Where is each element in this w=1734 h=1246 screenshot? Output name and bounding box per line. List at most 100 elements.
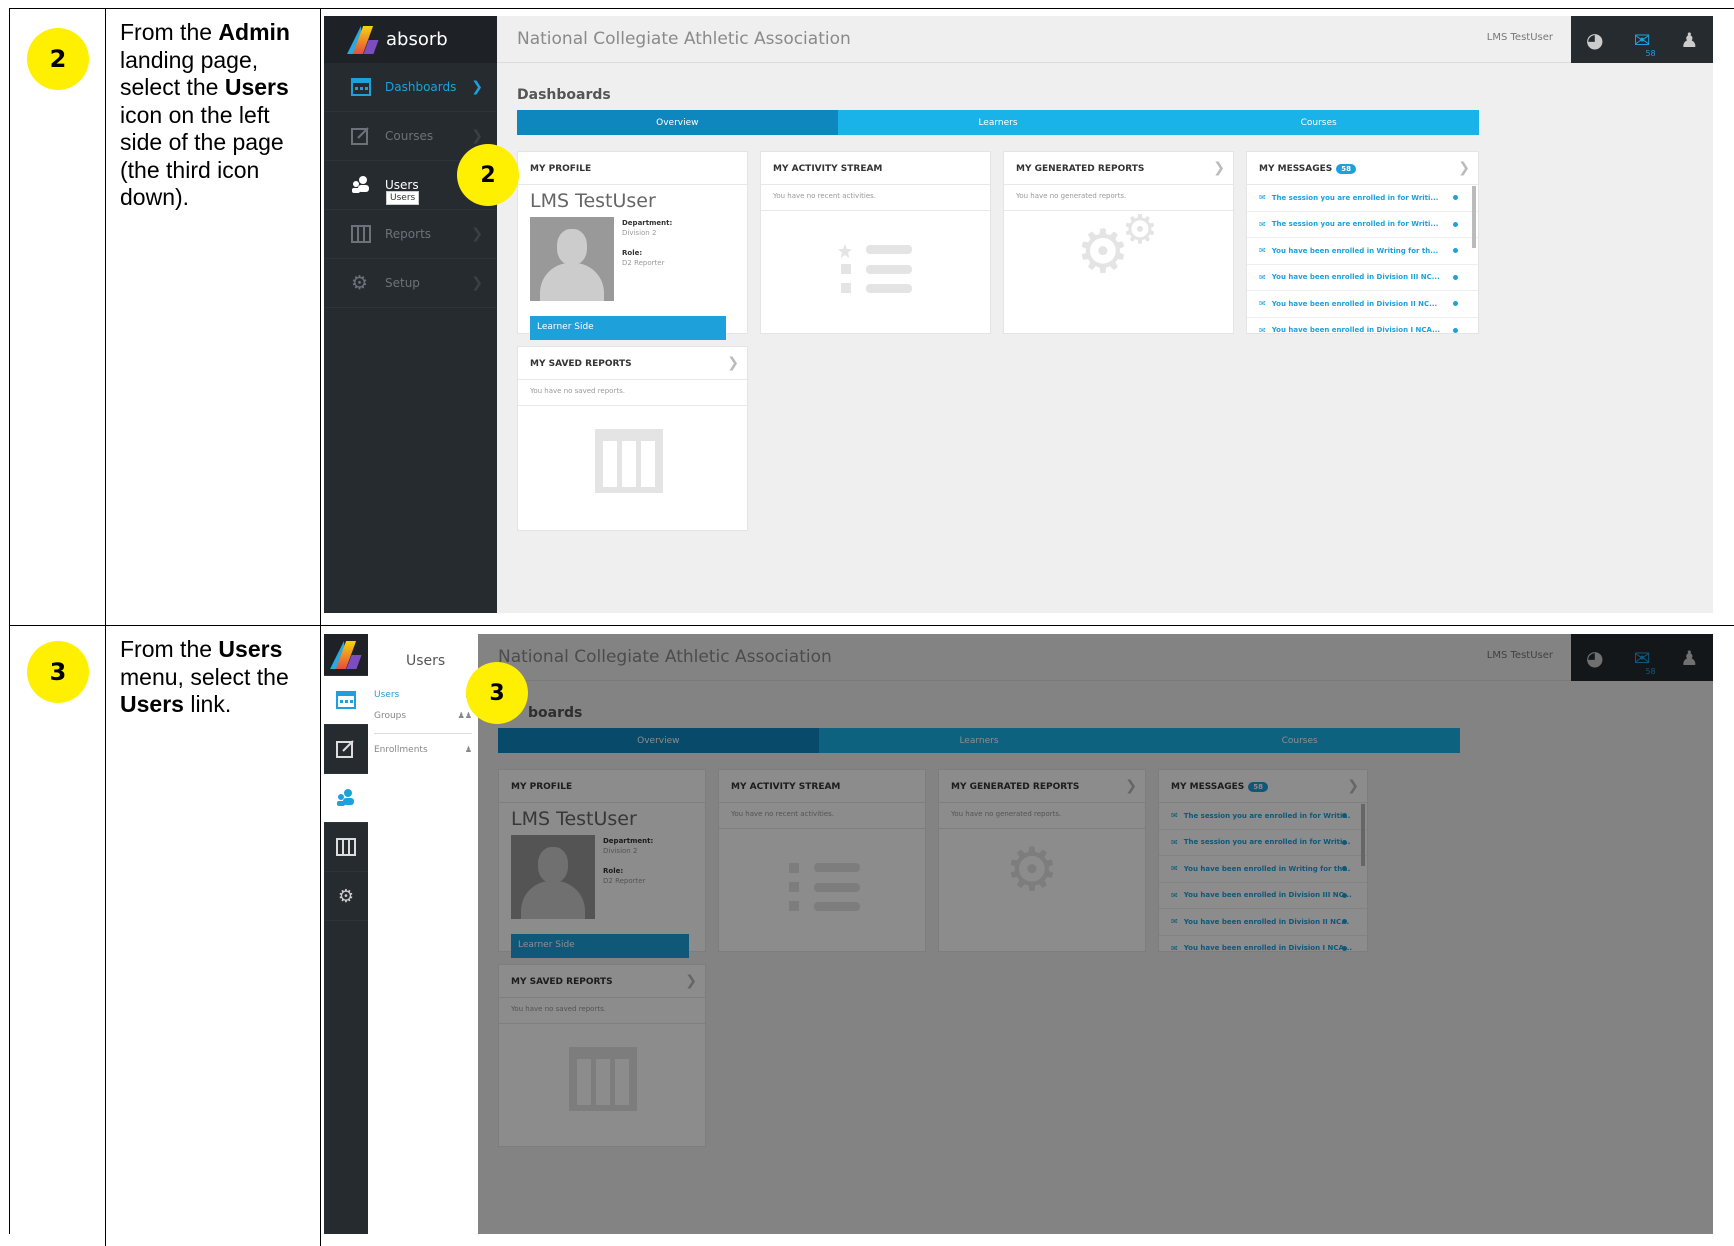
card-title: MY SAVED REPORTS ❯ xyxy=(518,347,747,380)
avatar xyxy=(530,217,614,301)
instruction-cell: From the Admin landing page, select the … xyxy=(106,9,321,625)
logo-text: absorb xyxy=(386,29,448,50)
message-item[interactable]: ✉ The session you are enrolled in for Wri… xyxy=(1247,185,1478,212)
dashboard-tabs: Overview Learners Courses xyxy=(517,110,1480,135)
empty-text: You have no recent activities. xyxy=(761,185,990,211)
step-row-3: 3 From the Users menu, select the Users … xyxy=(10,626,1734,1246)
tab-overview[interactable]: Overview xyxy=(517,110,838,135)
unread-dot xyxy=(1453,274,1458,280)
gear-small-placeholder-icon: ⚙ xyxy=(1122,207,1158,253)
instruction-text: From the Admin landing page, select the … xyxy=(120,19,290,210)
unread-dot xyxy=(1453,195,1458,201)
nav-label: Reports xyxy=(385,227,432,241)
step-number-badge: 3 xyxy=(27,641,89,703)
groups-link[interactable]: Groups ♟♟ xyxy=(374,711,472,721)
dashboard-icon[interactable] xyxy=(324,676,368,725)
generated-reports-card: MY GENERATED REPORTS ❯ You have no genera… xyxy=(1003,151,1234,334)
nav-label: Dashboards xyxy=(385,80,457,94)
learner-side-button[interactable]: Learner Side xyxy=(530,316,726,340)
users-icon[interactable] xyxy=(324,774,368,823)
my-messages-card: MY MESSAGES 58 ❯ ✉ The session you are enro… xyxy=(1246,151,1479,344)
my-profile-card: MY PROFILE LMS TestUser Department: Divis… xyxy=(517,151,748,340)
courses-icon[interactable] xyxy=(324,725,368,774)
chevron-right-icon: ❯ xyxy=(471,226,483,242)
page-title: Dashboards xyxy=(517,87,611,103)
instruction-cell: From the Users menu, select the Users li… xyxy=(106,626,321,1246)
card-title: MY PROFILE xyxy=(518,152,747,185)
courses-icon xyxy=(351,127,371,145)
envelope-icon: ✉ xyxy=(1259,246,1266,256)
absorb-admin-screenshot: absorb Dashboards ❯ Courses ❯ Users User… xyxy=(324,16,1713,613)
step-number-cell: 3 xyxy=(10,626,106,1246)
envelope-icon: ✉ xyxy=(1259,325,1266,335)
chevron-right-icon[interactable]: ❯ xyxy=(1213,160,1225,176)
step-callout-2: 2 xyxy=(457,144,519,206)
message-item[interactable]: ✉ The session you are enrolled in for Wri… xyxy=(1247,212,1478,238)
reports-icon[interactable] xyxy=(324,823,368,872)
screenshot-cell: absorb Dashboards ❯ Courses ❯ Users User… xyxy=(321,9,1734,625)
modal-overlay[interactable] xyxy=(478,634,1713,1234)
admin-sidebar: absorb Dashboards ❯ Courses ❯ Users User… xyxy=(324,16,497,613)
empty-text: You have no saved reports. xyxy=(518,380,747,406)
flyout-title: Users xyxy=(406,653,446,669)
card-title: MY MESSAGES 58 ❯ xyxy=(1247,152,1478,185)
chevron-right-icon: ❯ xyxy=(471,275,483,291)
message-item[interactable]: ✉ You have been enrolled in Division I NC… xyxy=(1247,318,1478,344)
profile-name: LMS TestUser xyxy=(530,190,656,212)
instruction-table: 2 From the Admin landing page, select th… xyxy=(9,8,1734,1246)
activity-stream-card: MY ACTIVITY STREAM You have no recent ac… xyxy=(760,151,991,334)
users-link[interactable]: Users♟ xyxy=(374,690,472,700)
gear-icon[interactable]: ⚙ xyxy=(324,872,368,921)
nav-dashboards[interactable]: Dashboards ❯ xyxy=(324,63,497,112)
card-title: MY GENERATED REPORTS ❯ xyxy=(1004,152,1233,185)
users-tooltip: Users xyxy=(386,191,420,205)
tab-learners[interactable]: Learners xyxy=(837,110,1159,135)
message-item[interactable]: ✉ You have been enrolled in Division II N… xyxy=(1247,291,1478,318)
message-item[interactable]: ✉ You have been enrolled in Division III … xyxy=(1247,265,1478,291)
absorb-users-menu-screenshot: ⚙ Users Users♟ Groups♟♟ Enrollments♟ Nat… xyxy=(324,634,1713,1234)
chevron-right-icon[interactable]: ❯ xyxy=(1458,160,1470,176)
envelope-icon: ✉ xyxy=(1259,299,1266,309)
message-count: 58 xyxy=(1645,49,1656,58)
groups-icon: ♟♟ xyxy=(457,711,472,720)
help-chat-icon[interactable]: ◕ xyxy=(1571,16,1618,63)
nav-label: Setup xyxy=(385,276,420,290)
absorb-logo: absorb xyxy=(324,16,497,63)
step-number-badge: 2 xyxy=(27,28,89,90)
profile-info: Department: Division 2 Role: D2 Reporter xyxy=(622,219,673,267)
chevron-right-icon[interactable]: ❯ xyxy=(727,355,739,371)
messages-icon[interactable]: ✉ 58 xyxy=(1618,16,1665,63)
divider xyxy=(374,733,472,734)
top-icons: ◕ ✉ 58 ♟ xyxy=(1571,16,1713,63)
chevron-right-icon: ❯ xyxy=(471,79,483,95)
top-bar: National Collegiate Athletic Association… xyxy=(497,16,1713,63)
collapsed-sidebar: ⚙ xyxy=(324,634,368,1234)
message-item[interactable]: ✉ You have been enrolled in Writing for t… xyxy=(1247,238,1478,265)
step-row-2: 2 From the Admin landing page, select th… xyxy=(10,9,1734,626)
absorb-logo-mark xyxy=(324,634,368,676)
envelope-icon: ✉ xyxy=(1259,272,1266,282)
current-user-name[interactable]: LMS TestUser xyxy=(1487,32,1553,43)
card-title: MY ACTIVITY STREAM xyxy=(761,152,990,185)
scrollbar[interactable] xyxy=(1472,186,1476,248)
saved-reports-card: MY SAVED REPORTS ❯ You have no saved repo… xyxy=(517,346,748,531)
table-placeholder-icon xyxy=(595,429,663,493)
users-icon xyxy=(351,176,371,194)
enrollments-link[interactable]: Enrollments ♟ xyxy=(374,745,472,755)
tab-courses[interactable]: Courses xyxy=(1158,110,1480,135)
unread-dot xyxy=(1453,327,1458,333)
nav-label: Courses xyxy=(385,129,434,143)
screenshot-cell: ⚙ Users Users♟ Groups♟♟ Enrollments♟ Nat… xyxy=(321,626,1734,1246)
step-number-cell: 2 xyxy=(10,9,106,625)
nav-reports[interactable]: Reports ❯ xyxy=(324,210,497,259)
unread-dot xyxy=(1453,301,1458,307)
users-flyout-menu: Users Users♟ Groups♟♟ Enrollments♟ xyxy=(368,634,478,1234)
chevron-right-icon: ❯ xyxy=(471,128,483,144)
step-callout-3: 3 xyxy=(466,662,528,724)
unread-dot xyxy=(1453,248,1458,254)
nav-setup[interactable]: ⚙ Setup ❯ xyxy=(324,259,497,308)
instruction-text: From the Users menu, select the Users li… xyxy=(120,636,289,717)
unread-dot xyxy=(1453,221,1458,227)
envelope-icon: ✉ xyxy=(1259,219,1266,229)
profile-icon[interactable]: ♟ xyxy=(1666,16,1713,63)
